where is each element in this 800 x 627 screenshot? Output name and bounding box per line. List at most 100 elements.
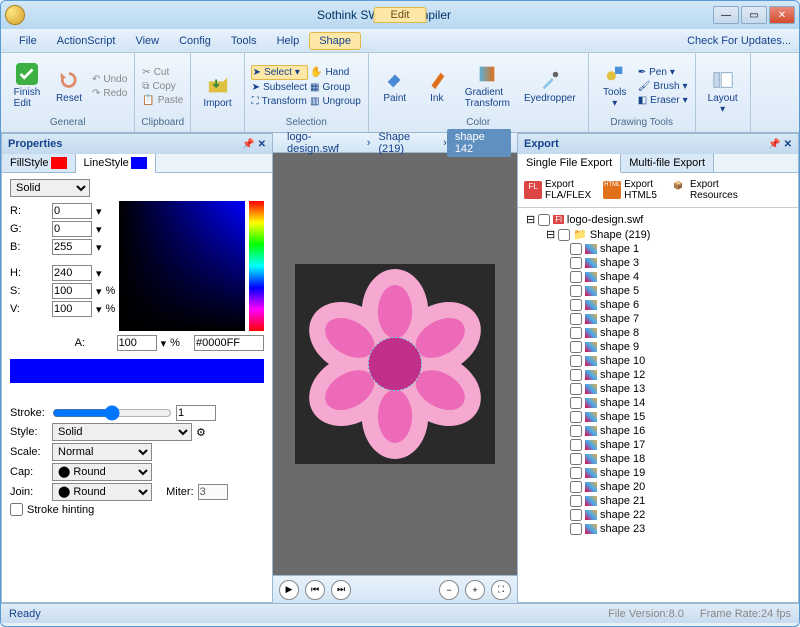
group-button[interactable]: ▦Group — [309, 81, 362, 94]
tree-folder[interactable]: ⊟ 📁 Shape (219) — [522, 227, 794, 242]
stroke-hinting-checkbox[interactable] — [10, 503, 23, 516]
tree-item[interactable]: shape 12 — [522, 368, 794, 382]
tab-multi-export[interactable]: Multi-file Export — [621, 154, 714, 172]
menu-help[interactable]: Help — [267, 32, 310, 50]
ungroup-button[interactable]: ▥Ungroup — [309, 95, 362, 108]
menu-view[interactable]: View — [125, 32, 169, 50]
tab-fillstyle[interactable]: FillStyle — [2, 154, 76, 172]
layout-button[interactable]: Layout ▾ — [702, 67, 744, 117]
tree-item[interactable]: shape 22 — [522, 508, 794, 522]
tree-item[interactable]: shape 3 — [522, 256, 794, 270]
group-selection-label: Selection — [251, 115, 362, 128]
zoom-in-button[interactable]: + — [465, 580, 485, 600]
redo-button[interactable]: ↷Redo — [91, 87, 128, 100]
tab-single-export[interactable]: Single File Export — [518, 154, 621, 173]
tree-item[interactable]: shape 10 — [522, 354, 794, 368]
r-input[interactable] — [52, 203, 92, 219]
reset-button[interactable]: Reset — [49, 67, 89, 106]
tree-item[interactable]: shape 21 — [522, 494, 794, 508]
tree-item[interactable]: shape 1 — [522, 242, 794, 256]
folder-icon: 📁 — [573, 228, 587, 241]
tree-item[interactable]: shape 4 — [522, 270, 794, 284]
pin-icon[interactable]: 📌 ✕ — [242, 139, 266, 150]
subselect-button[interactable]: ➤Subselect — [251, 81, 308, 94]
tree-root[interactable]: ⊟ Fl logo-design.swf — [522, 212, 794, 227]
menu-actionscript[interactable]: ActionScript — [47, 32, 126, 50]
menu-file[interactable]: File — [9, 32, 47, 50]
export-pin-icon[interactable]: 📌 ✕ — [768, 139, 792, 150]
maximize-button[interactable]: ▭ — [741, 6, 767, 24]
tree-item[interactable]: shape 20 — [522, 480, 794, 494]
menu-config[interactable]: Config — [169, 32, 221, 50]
s-input[interactable] — [52, 283, 92, 299]
import-button[interactable]: Import — [197, 72, 237, 111]
stage[interactable] — [273, 153, 517, 575]
zoom-out-button[interactable]: − — [439, 580, 459, 600]
export-tree[interactable]: ⊟ Fl logo-design.swf ⊟ 📁 Shape (219) sha… — [518, 208, 798, 602]
gear-icon[interactable]: ⚙ — [196, 426, 206, 439]
eraser-button[interactable]: ◧Eraser ▾ — [637, 94, 689, 107]
scale-select[interactable]: Normal — [52, 443, 152, 461]
pen-icon: ✒ — [638, 67, 646, 78]
tree-item[interactable]: shape 15 — [522, 410, 794, 424]
eyedropper-button[interactable]: Eyedropper — [518, 67, 582, 106]
tree-item[interactable]: shape 7 — [522, 312, 794, 326]
pen-button[interactable]: ✒Pen ▾ — [637, 66, 689, 79]
paste-button[interactable]: 📋Paste — [141, 94, 184, 107]
next-button[interactable]: ⏭ — [331, 580, 351, 600]
tab-linestyle[interactable]: LineStyle — [76, 154, 156, 173]
export-html5-button[interactable]: HTMLExport HTML5 — [603, 179, 657, 201]
paint-icon — [384, 69, 406, 91]
fit-button[interactable]: ⛶ — [491, 580, 511, 600]
check-updates-link[interactable]: Check For Updates... — [687, 35, 791, 47]
tree-item[interactable]: shape 9 — [522, 340, 794, 354]
tree-item[interactable]: shape 23 — [522, 522, 794, 536]
export-resources-button[interactable]: 📦Export Resources — [669, 179, 738, 201]
finish-edit-button[interactable]: Finish Edit — [7, 61, 47, 111]
style-select[interactable]: Solid — [52, 423, 192, 441]
tools-button[interactable]: Tools ▾ — [595, 61, 635, 111]
minimize-button[interactable]: — — [713, 6, 739, 24]
tree-item[interactable]: shape 19 — [522, 466, 794, 480]
b-input[interactable] — [52, 239, 92, 255]
stroke-input[interactable] — [176, 405, 216, 421]
stroke-slider[interactable] — [52, 405, 172, 421]
close-button[interactable]: ✕ — [769, 6, 795, 24]
tree-item[interactable]: shape 18 — [522, 452, 794, 466]
cut-button[interactable]: ✂Cut — [141, 66, 184, 79]
select-button[interactable]: ➤Select ▾ — [251, 65, 308, 80]
play-button[interactable]: ▶ — [279, 580, 299, 600]
alpha-input[interactable] — [117, 335, 157, 351]
tree-item[interactable]: shape 8 — [522, 326, 794, 340]
copy-button[interactable]: ⧉Copy — [141, 80, 184, 93]
hue-slider[interactable] — [249, 201, 264, 331]
transform-button[interactable]: ⛶Transform — [251, 95, 308, 108]
hex-input[interactable] — [194, 335, 264, 351]
g-input[interactable] — [52, 221, 92, 237]
prev-button[interactable]: ⏮ — [305, 580, 325, 600]
tree-item[interactable]: shape 6 — [522, 298, 794, 312]
tree-item[interactable]: shape 14 — [522, 396, 794, 410]
subselect-icon: ➤ — [252, 82, 260, 93]
brush-button[interactable]: 🖌Brush ▾ — [637, 80, 689, 93]
export-fla-button[interactable]: FLExport FLA/FLEX — [524, 179, 591, 201]
v-input[interactable] — [52, 301, 92, 317]
hand-button[interactable]: ✋Hand — [309, 65, 362, 80]
color-gradient[interactable] — [119, 201, 244, 331]
tree-item[interactable]: shape 5 — [522, 284, 794, 298]
gradient-transform-button[interactable]: Gradient Transform — [459, 61, 516, 111]
tree-item[interactable]: shape 17 — [522, 438, 794, 452]
group-color-label: Color — [375, 115, 582, 128]
tree-item[interactable]: shape 16 — [522, 424, 794, 438]
fill-type-select[interactable]: Solid — [10, 179, 90, 197]
join-select[interactable]: ⬤ Round — [52, 483, 152, 501]
menu-tools[interactable]: Tools — [221, 32, 267, 50]
cap-select[interactable]: ⬤ Round — [52, 463, 152, 481]
undo-button[interactable]: ↶Undo — [91, 73, 128, 86]
ink-button[interactable]: Ink — [417, 67, 457, 106]
h-input[interactable] — [52, 265, 92, 281]
menu-shape[interactable]: Shape — [309, 32, 361, 50]
export-title: Export — [524, 138, 559, 150]
tree-item[interactable]: shape 13 — [522, 382, 794, 396]
paint-button[interactable]: Paint — [375, 67, 415, 106]
